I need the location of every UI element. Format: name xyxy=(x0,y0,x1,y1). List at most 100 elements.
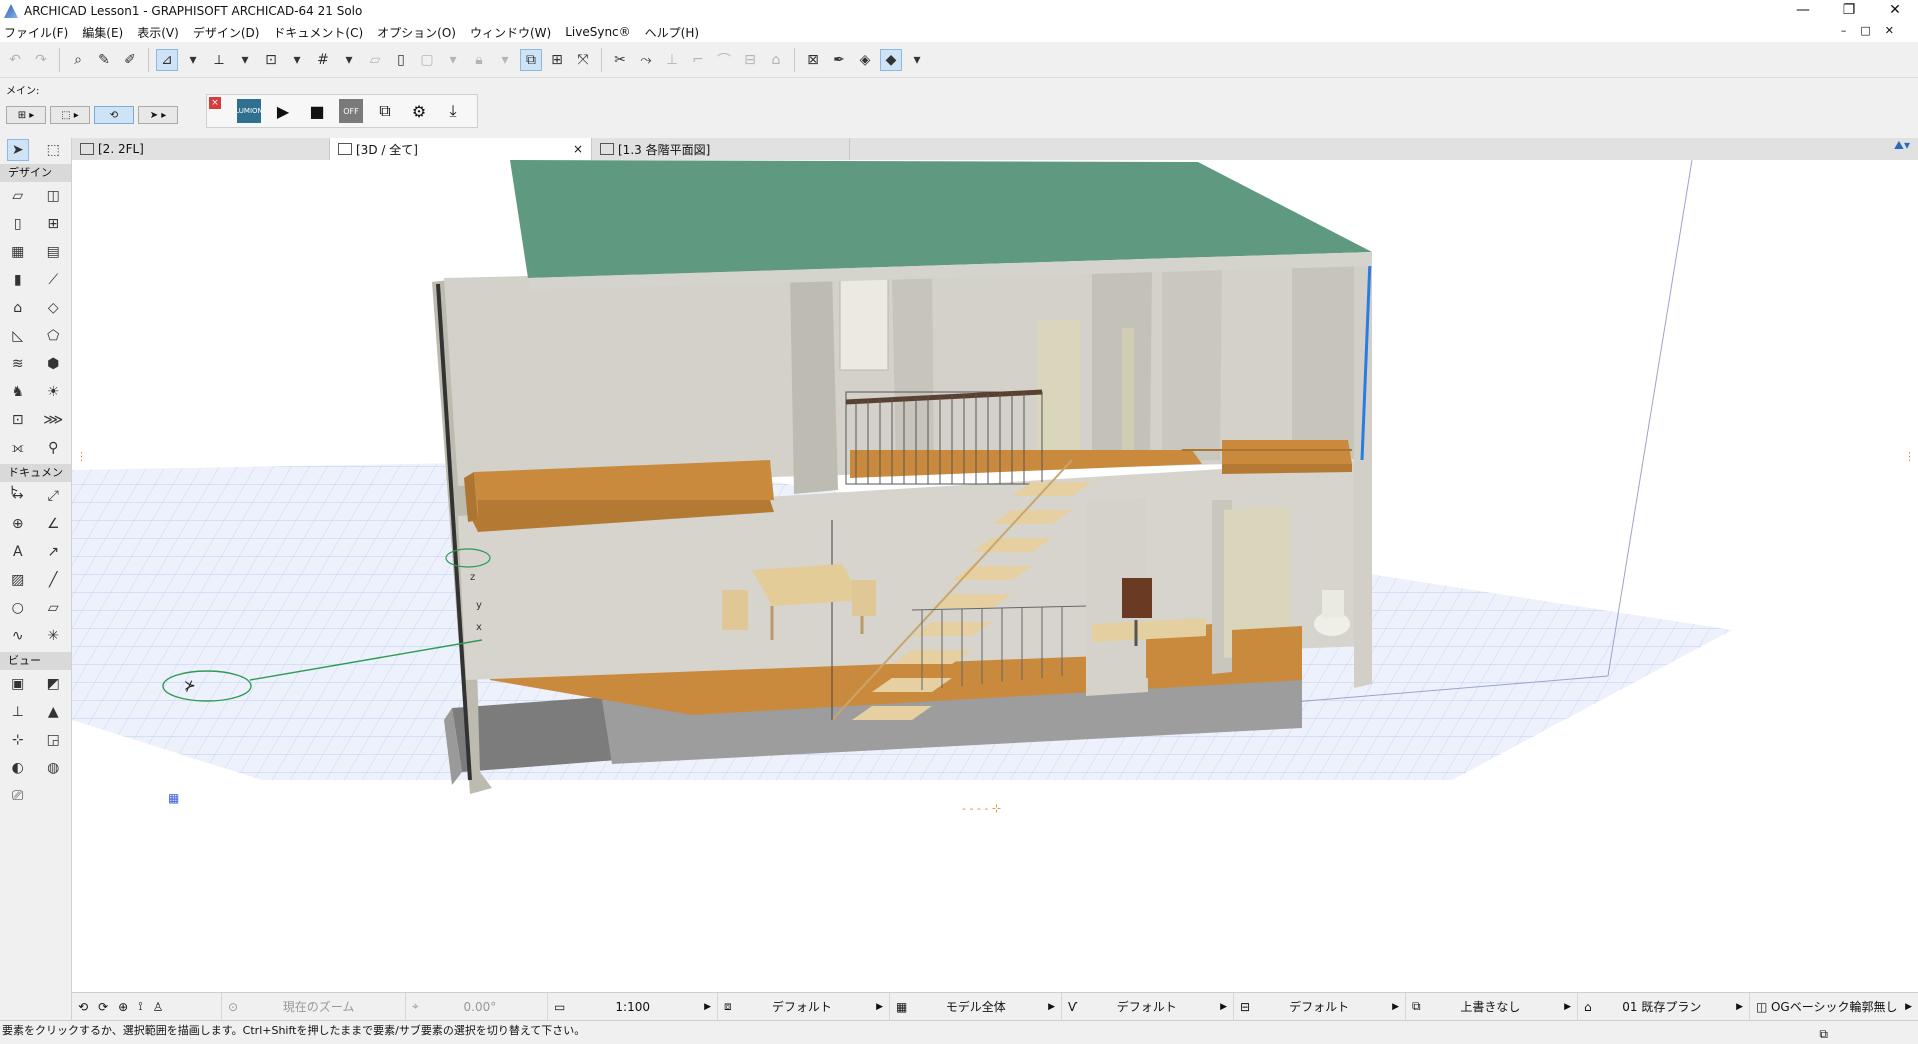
lamp-tool-icon[interactable]: ☀ xyxy=(42,381,64,403)
export-icon[interactable]: ⤓ xyxy=(441,99,465,123)
3d-cutaway-icon[interactable]: ⊠ xyxy=(802,49,824,71)
adjust-icon[interactable]: ⤳ xyxy=(635,49,657,71)
3d-pen-icon[interactable]: ✒ xyxy=(828,49,850,71)
layout-book-button[interactable]: ⊞ ▸ xyxy=(6,106,46,124)
orbit-button[interactable]: ⟲ xyxy=(94,106,134,124)
structure-display-selector[interactable]: ⊟ デフォルト ▶ xyxy=(1234,992,1406,1021)
3d-viewport[interactable]: - - - - ⊹ - - - - ⊹ xyxy=(72,160,1918,992)
undo-icon[interactable]: ↶ xyxy=(4,49,26,71)
line-tool-icon[interactable]: ╱ xyxy=(42,569,64,591)
3d-style-icon[interactable]: ◆ xyxy=(880,48,902,71)
menu-view[interactable]: 表示(V) xyxy=(137,24,179,41)
lock-icon[interactable]: 🔒︎ xyxy=(468,49,490,71)
stop-icon[interactable]: ■ xyxy=(305,99,329,123)
close-button[interactable]: ✕ xyxy=(1872,0,1918,22)
gear-icon[interactable]: ⚙ xyxy=(407,99,431,123)
door-tool-icon[interactable]: ◫ xyxy=(42,185,64,207)
lumion-logo[interactable]: LUMION xyxy=(235,99,263,123)
radial-dimension-tool-icon[interactable]: ⊕ xyxy=(7,513,29,535)
marquee-tool-icon[interactable]: ⬚ xyxy=(42,139,64,161)
tab-2fl[interactable]: [2. 2FL] xyxy=(72,138,330,160)
lock-dropdown-icon[interactable]: ▾ xyxy=(494,49,516,71)
next-view-icon[interactable]: ⟳ xyxy=(98,1000,108,1014)
menu-help[interactable]: ヘルプ(H) xyxy=(645,24,699,41)
3d-model-canvas[interactable]: - - - - ⊹ - - - - ⊹ xyxy=(72,160,1918,992)
roof-tool-icon[interactable]: ⌂ xyxy=(7,297,29,319)
camera-tool-icon[interactable]: ⎚ xyxy=(7,785,29,807)
change-tool-icon[interactable]: ◐ xyxy=(7,757,29,779)
curtain-wall-tool-icon[interactable]: ▦ xyxy=(7,241,29,263)
play-icon[interactable]: ▶ xyxy=(271,99,295,123)
fit-window-icon[interactable]: ⤧ xyxy=(572,49,594,71)
menu-options[interactable]: オプション(O) xyxy=(377,24,456,41)
detail-tool-icon[interactable]: ◲ xyxy=(42,729,64,751)
3d-shading-icon[interactable]: ◈ xyxy=(854,49,876,71)
column-tool-icon[interactable]: ▮ xyxy=(7,269,29,291)
redo-icon[interactable]: ↷ xyxy=(30,49,52,71)
snap-dropdown-icon[interactable]: ▾ xyxy=(234,49,256,71)
renovation-filter-selector[interactable]: ⌂ 01 既存プラン ▶ xyxy=(1578,992,1750,1021)
skylight-tool-icon[interactable]: ⟗ xyxy=(7,437,29,459)
elevation-tool-icon[interactable]: ⊥ xyxy=(7,701,29,723)
beam-tool-icon[interactable]: ⟋ xyxy=(42,269,64,291)
mesh-tool-icon[interactable]: ⬠ xyxy=(42,325,64,347)
worksheet-tool-icon[interactable]: ⊹ xyxy=(7,729,29,751)
dimension-scale-icon[interactable]: ⊞ xyxy=(546,49,568,71)
intersect-icon[interactable]: ⌐ xyxy=(687,49,709,71)
morph-tool-icon[interactable]: ⬢ xyxy=(42,353,64,375)
arrow-tool-button[interactable]: ➤ ▸ xyxy=(138,106,178,124)
column-grid-tool-icon[interactable]: ▤ xyxy=(42,241,64,263)
menu-edit[interactable]: 編集(E) xyxy=(82,24,123,41)
grid-dropdown-icon[interactable]: ▾ xyxy=(338,49,360,71)
circle-tool-icon[interactable]: ○ xyxy=(7,597,29,619)
guide-dropdown-icon[interactable]: ▾ xyxy=(182,49,204,71)
marker-tool-icon[interactable]: ⚲ xyxy=(42,437,64,459)
layer-dropdown-icon[interactable]: ▾ xyxy=(442,49,464,71)
suspend-groups-icon[interactable]: ⧉ xyxy=(520,48,542,71)
navigator-dropdown-icon[interactable]: ⛰▾ xyxy=(1894,138,1918,160)
wall-tool-icon[interactable]: ▱ xyxy=(7,185,29,207)
railing-tool-icon[interactable]: ≋ xyxy=(7,353,29,375)
menu-livesync[interactable]: LiveSync® xyxy=(565,25,630,39)
close-tab-icon[interactable]: × xyxy=(573,142,583,156)
layer-combination-selector[interactable]: ⧈ デフォルト ▶ xyxy=(718,992,890,1021)
tab-1-3-floor-plans[interactable]: [1.3 各階平面図] xyxy=(592,138,850,160)
hotspot-tool-icon[interactable]: ✳ xyxy=(42,625,64,647)
layer-icon[interactable]: ▢ xyxy=(416,49,438,71)
graphic-override-selector[interactable]: ⧉ 上書きなし ▶ xyxy=(1406,992,1578,1021)
marquee-mode-button[interactable]: ⬚ ▸ xyxy=(50,106,90,124)
split-icon[interactable]: ⊟ xyxy=(739,49,761,71)
menu-design[interactable]: デザイン(D) xyxy=(193,24,260,41)
section-tool-icon[interactable]: ◩ xyxy=(42,673,64,695)
grid-snap-icon[interactable]: # xyxy=(312,49,334,71)
menu-file[interactable]: ファイル(F) xyxy=(4,24,68,41)
guide-lines-icon[interactable]: ⊿ xyxy=(156,48,178,71)
explode-icon[interactable]: ✂ xyxy=(609,49,631,71)
window-size-icon[interactable]: ⧉ xyxy=(1819,1024,1828,1044)
shell-tool-icon[interactable]: ◺ xyxy=(7,325,29,347)
edit-plane-icon[interactable]: ▱ xyxy=(364,49,386,71)
fillet-icon[interactable]: ⌒ xyxy=(713,49,735,71)
sync-camera-icon[interactable]: ⧉ xyxy=(373,99,397,123)
zone-tool-icon[interactable]: ⊡ xyxy=(7,409,29,431)
pick-up-icon[interactable]: ✎ xyxy=(93,49,115,71)
object-tool-icon[interactable]: ⊞ xyxy=(42,213,64,235)
snap-guides-icon[interactable]: ⟂ xyxy=(208,49,230,71)
minimize-button[interactable]: — xyxy=(1780,0,1826,22)
dimension-standard-selector[interactable]: ◫ OGベーシック輪郭無し ▶ xyxy=(1750,993,1918,1021)
polyline-tool-icon[interactable]: ▱ xyxy=(42,597,64,619)
trace-icon[interactable]: ▯ xyxy=(390,49,412,71)
dimension-tool-icon[interactable]: ↔ xyxy=(7,485,29,507)
scale-selector[interactable]: ▭ 1:100 ▶ xyxy=(548,992,718,1021)
arrow-tool-icon[interactable]: ➤ xyxy=(6,139,29,161)
restore-button[interactable]: ❐ xyxy=(1826,0,1872,22)
rotate-view-icon[interactable]: ⟲ xyxy=(78,1000,88,1014)
spline-tool-icon[interactable]: ∿ xyxy=(7,625,29,647)
toolbox-section-view[interactable]: ビュー xyxy=(0,652,71,670)
slab-tool-icon[interactable]: ◇ xyxy=(42,297,64,319)
inject-icon[interactable]: ✐ xyxy=(119,49,141,71)
snap-points-icon[interactable]: ⊡ xyxy=(260,49,282,71)
3d-style-dropdown-icon[interactable]: ▾ xyxy=(906,49,928,71)
angle-field[interactable]: ⌖ 0.00° xyxy=(406,992,548,1021)
elevation-icon[interactable]: ⊥ xyxy=(661,49,683,71)
